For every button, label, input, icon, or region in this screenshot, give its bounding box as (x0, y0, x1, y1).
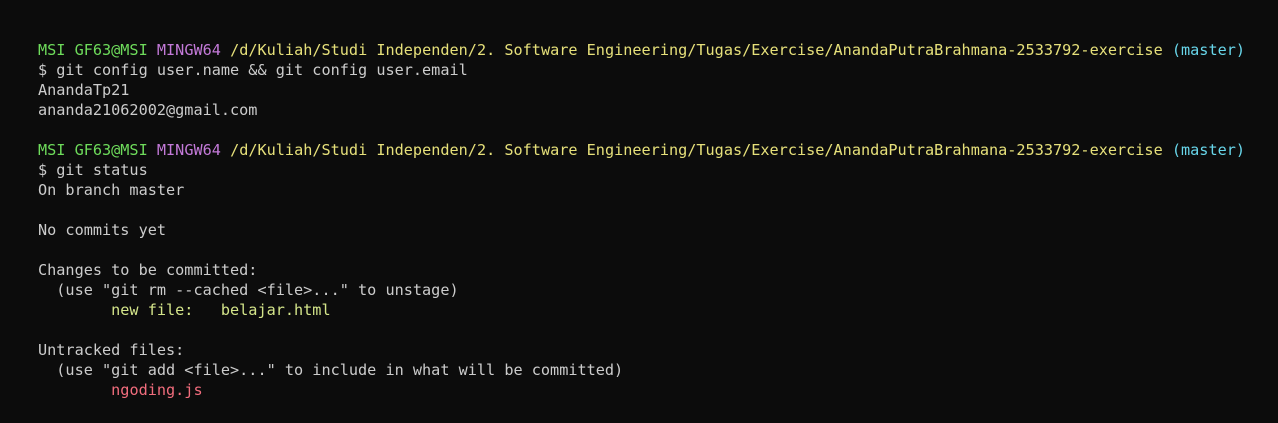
prompt-user-host: MSI GF63@MSI (38, 41, 148, 59)
changes-hint: (use "git rm --cached <file>..." to unst… (38, 281, 459, 299)
prompt-line: MSI GF63@MSI MINGW64 /d/Kuliah/Studi Ind… (38, 40, 1278, 60)
untracked-hint: (use "git add <file>..." to include in w… (38, 361, 624, 379)
output-user-email: ananda21062002@gmail.com (38, 101, 258, 119)
prompt-shell: MINGW64 (156, 141, 221, 159)
command-line: $ git status (38, 161, 148, 179)
prompt-user-host: MSI GF63@MSI (38, 141, 148, 159)
untracked-header: Untracked files: (38, 341, 185, 359)
staged-label: new file: (38, 301, 221, 319)
command-line: $ git config user.name && git config use… (38, 61, 468, 79)
terminal-window[interactable]: MSI GF63@MSI MINGW64 /d/Kuliah/Studi Ind… (0, 0, 1278, 423)
staged-file: belajar.html (220, 301, 331, 319)
untracked-file: ngoding.js (111, 381, 203, 399)
prompt-line: MSI GF63@MSI MINGW64 /d/Kuliah/Studi Ind… (38, 140, 1278, 160)
untracked-indent (38, 381, 111, 399)
prompt-branch: (master) (1171, 141, 1246, 159)
prompt-path: /d/Kuliah/Studi Independen/2. Software E… (230, 41, 1163, 59)
status-branch-line: On branch master (38, 181, 185, 199)
prompt-shell: MINGW64 (156, 41, 221, 59)
prompt-path: /d/Kuliah/Studi Independen/2. Software E… (230, 141, 1163, 159)
prompt-branch: (master) (1171, 41, 1246, 59)
output-user-name: AnandaTp21 (38, 81, 130, 99)
staged-file-line: new file: belajar.html (38, 300, 1278, 320)
changes-header: Changes to be committed: (38, 261, 258, 279)
untracked-file-line: ngoding.js (38, 380, 1278, 400)
status-no-commits: No commits yet (38, 221, 167, 239)
